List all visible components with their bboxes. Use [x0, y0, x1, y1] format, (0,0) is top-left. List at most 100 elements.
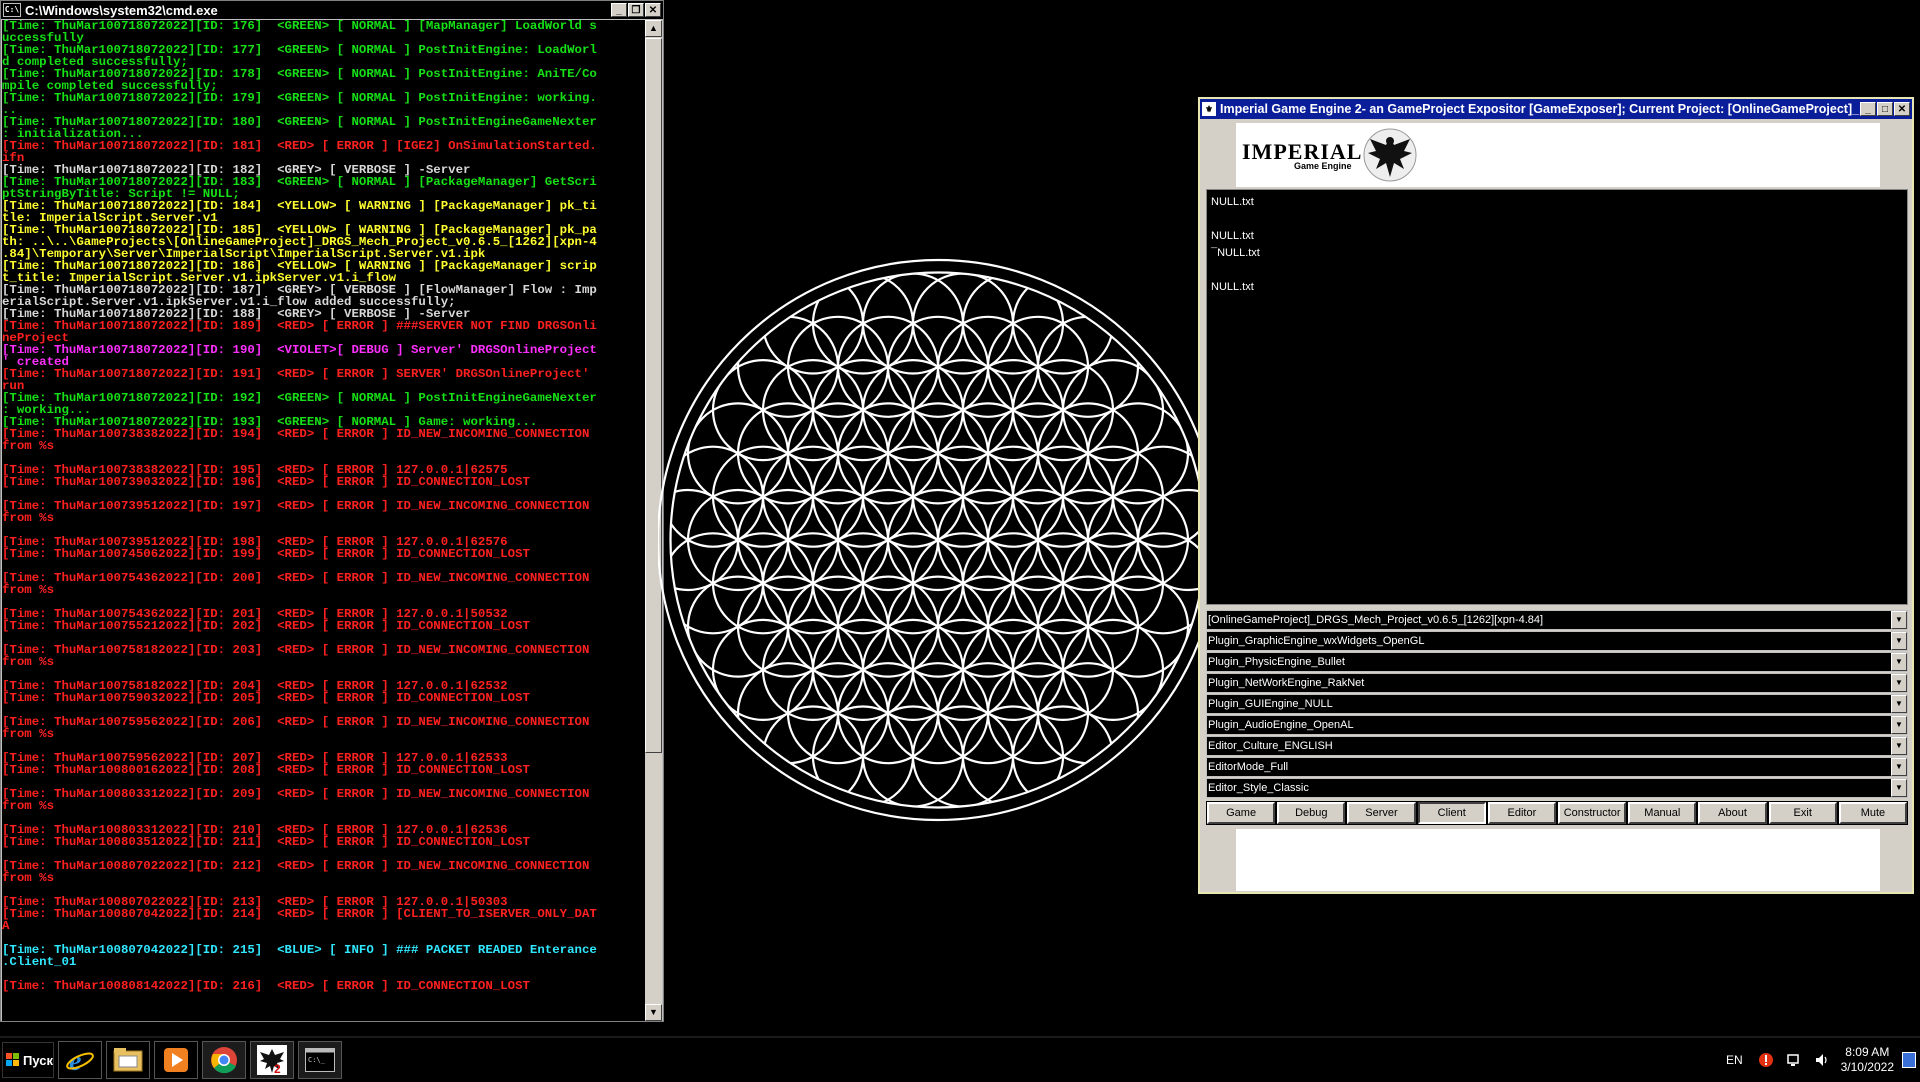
console-line: [Time: ThuMar100739512022][ID: 197] <RED… — [2, 500, 590, 512]
console-line: tle: ImperialScript.Server.v1 — [2, 212, 218, 224]
chevron-down-icon[interactable]: ▼ — [1891, 716, 1907, 734]
console-line: [Time: ThuMar100754362022][ID: 200] <RED… — [2, 572, 590, 584]
console-line: [Time: ThuMar100718072022][ID: 180] <GRE… — [2, 116, 597, 128]
chevron-down-icon[interactable]: ▼ — [1891, 674, 1907, 692]
svg-text:C:\_: C:\_ — [308, 1056, 326, 1064]
chevron-down-icon[interactable]: ▼ — [1891, 611, 1907, 629]
config-dropdown[interactable]: Plugin_GUIEngine_NULL ▼ — [1206, 694, 1908, 714]
engine-window[interactable]: ⚜ Imperial Game Engine 2- an GameProject… — [1198, 97, 1914, 894]
engine-minimize-button[interactable]: _ — [1860, 102, 1876, 116]
imperial-engine-icon[interactable]: 2 — [250, 1041, 294, 1079]
show-desktop-button[interactable] — [1902, 1052, 1916, 1068]
file-list-item[interactable]: ¯NULL.txt — [1211, 245, 1903, 262]
chevron-down-icon[interactable]: ▼ — [1891, 737, 1907, 755]
minimize-button[interactable]: _ — [611, 3, 627, 17]
cmd-titlebar[interactable]: C:\ C:\Windows\system32\cmd.exe _ ❐ ✕ — [1, 1, 663, 19]
volume-icon[interactable] — [1813, 1051, 1831, 1069]
server-button[interactable]: Server — [1347, 802, 1416, 824]
logo-subtitle: Game Engine — [1294, 161, 1352, 171]
exit-button[interactable]: Exit — [1768, 802, 1837, 824]
language-indicator[interactable]: EN — [1726, 1053, 1743, 1067]
close-button[interactable]: ✕ — [645, 3, 661, 17]
file-list-item — [1211, 211, 1903, 228]
console-line: [Time: ThuMar100718072022][ID: 179] <GRE… — [2, 92, 597, 104]
engine-button-row[interactable]: Game Debug Server Client Editor Constructor Ma… — [1206, 801, 1908, 825]
warning-icon[interactable] — [1757, 1051, 1775, 1069]
start-button[interactable]: Пуск — [2, 1042, 54, 1078]
cmd-window[interactable]: C:\ C:\Windows\system32\cmd.exe _ ❐ ✕ [T… — [0, 0, 664, 1022]
chevron-down-icon[interactable]: ▼ — [1891, 758, 1907, 776]
chrome-icon[interactable] — [202, 1041, 246, 1079]
config-dropdown[interactable]: Plugin_PhysicEngine_Bullet ▼ — [1206, 652, 1908, 672]
client-button[interactable]: Client — [1417, 802, 1486, 824]
ie-icon[interactable]: e — [58, 1041, 102, 1079]
file-list[interactable]: NULL.txt NULL.txt ¯NULL.txt NULL.txt — [1206, 189, 1908, 605]
constructor-button[interactable]: Constructor — [1558, 802, 1627, 824]
engine-maximize-button[interactable]: □ — [1877, 102, 1893, 116]
mute-button[interactable]: Mute — [1838, 802, 1908, 824]
chevron-down-icon[interactable]: ▼ — [1891, 653, 1907, 671]
console-line: erialScript.Server.v1.ipkServer.v1.i_flo… — [2, 296, 456, 308]
file-list-item[interactable]: NULL.txt — [1211, 194, 1903, 211]
chevron-down-icon[interactable]: ▼ — [1891, 632, 1907, 650]
console-line: [Time: ThuMar100718072022][ID: 185] <YEL… — [2, 224, 597, 236]
config-dropdown[interactable]: Plugin_NetWorkEngine_RakNet ▼ — [1206, 673, 1908, 693]
console-line: [Time: ThuMar100755212022][ID: 202] <RED… — [2, 620, 530, 632]
engine-close-button[interactable]: ✕ — [1894, 102, 1910, 116]
file-list-item[interactable]: NULL.txt — [1211, 279, 1903, 296]
config-dropdown[interactable]: [OnlineGameProject]_DRGS_Mech_Project_v0… — [1206, 610, 1908, 630]
config-dropdown[interactable]: Plugin_GraphicEngine_wxWidgets_OpenGL ▼ — [1206, 631, 1908, 651]
console-line: d completed successfully; — [2, 56, 188, 68]
scroll-down-arrow-icon[interactable]: ▼ — [645, 1004, 662, 1021]
console-output[interactable]: [Time: ThuMar100718072022][ID: 176] <GRE… — [2, 20, 646, 1021]
clock[interactable]: 8:09 AM 3/10/2022 — [1841, 1045, 1894, 1075]
console-line: [Time: ThuMar100718072022][ID: 182] <GRE… — [2, 164, 471, 176]
svg-text:2: 2 — [274, 1062, 281, 1075]
console-line: [Time: ThuMar100718072022][ID: 181] <RED… — [2, 140, 597, 152]
console-line: [Time: ThuMar100808142022][ID: 216] <RED… — [2, 980, 530, 992]
game-button[interactable]: Game — [1207, 802, 1276, 824]
console-line: [Time: ThuMar100718072022][ID: 193] <GRE… — [2, 416, 538, 428]
console-line: from %s — [2, 584, 55, 596]
config-dropdown[interactable]: EditorMode_Full ▼ — [1206, 757, 1908, 777]
media-player-icon[interactable] — [154, 1041, 198, 1079]
config-dropdown[interactable]: Plugin_AudioEngine_OpenAL ▼ — [1206, 715, 1908, 735]
network-icon[interactable] — [1785, 1051, 1803, 1069]
manual-button[interactable]: Manual — [1628, 802, 1697, 824]
cmd-icon[interactable]: C:\_ — [298, 1041, 342, 1079]
console-line: [Time: ThuMar100718072022][ID: 177] <GRE… — [2, 44, 597, 56]
engine-title: Imperial Game Engine 2- an GameProject E… — [1220, 102, 1860, 116]
editor-button[interactable]: Editor — [1487, 802, 1557, 824]
console-line: from %s — [2, 728, 55, 740]
console-line: [Time: ThuMar100745062022][ID: 199] <RED… — [2, 548, 530, 560]
system-tray: EN 8:09 AM 3/10/2022 — [1726, 1038, 1920, 1082]
engine-app-icon: ⚜ — [1202, 102, 1216, 116]
debug-button[interactable]: Debug — [1277, 802, 1346, 824]
config-dropdown[interactable]: Editor_Style_Classic ▼ — [1206, 778, 1908, 798]
chevron-down-icon[interactable]: ▼ — [1891, 695, 1907, 713]
scroll-up-arrow-icon[interactable]: ▲ — [645, 20, 662, 37]
console-line: [Time: ThuMar100718072022][ID: 190] <VIO… — [2, 344, 597, 356]
restore-button[interactable]: ❐ — [628, 3, 644, 17]
file-list-item[interactable]: NULL.txt — [1211, 228, 1903, 245]
console-line: [Time: ThuMar100800162022][ID: 208] <RED… — [2, 764, 530, 776]
console-line: uccessfully — [2, 32, 84, 44]
engine-titlebar[interactable]: ⚜ Imperial Game Engine 2- an GameProject… — [1200, 99, 1912, 119]
console-line: .. — [2, 104, 17, 116]
second-cmd-window-strip[interactable] — [0, 1023, 664, 1033]
config-dropdowns[interactable]: [OnlineGameProject]_DRGS_Mech_Project_v0… — [1206, 610, 1908, 799]
console-line: [Time: ThuMar100758182022][ID: 203] <RED… — [2, 644, 590, 656]
about-button[interactable]: About — [1698, 802, 1767, 824]
dropdown-value: Plugin_NetWorkEngine_RakNet — [1208, 677, 1365, 689]
console-line: [Time: ThuMar100718072022][ID: 176] <GRE… — [2, 20, 597, 32]
explorer-icon[interactable] — [106, 1041, 150, 1079]
chevron-down-icon[interactable]: ▼ — [1891, 779, 1907, 797]
config-dropdown[interactable]: Editor_Culture_ENGLISH ▼ — [1206, 736, 1908, 756]
